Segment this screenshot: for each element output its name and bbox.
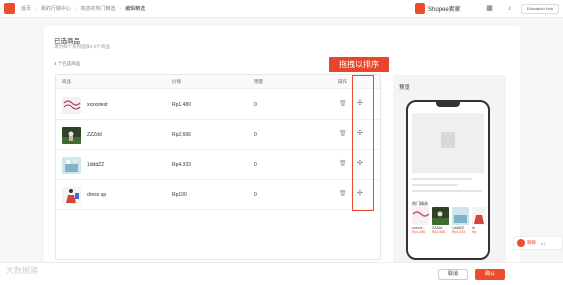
product-sales: 0	[254, 192, 257, 198]
cancel-button[interactable]: 取消	[438, 269, 468, 280]
preview-product-image	[432, 207, 449, 225]
shopee-seller-brand: Shopee卖家	[415, 3, 461, 14]
section-subtitle: 请为每个系列选择4-8个商品	[54, 44, 111, 49]
watermark: 大数据猪	[6, 266, 38, 275]
chat-widget[interactable]: 聊聊 61	[513, 236, 563, 250]
preview-product-image	[412, 207, 429, 225]
delete-icon[interactable]: 🗑	[339, 130, 347, 138]
header-price: 价钱	[172, 79, 181, 84]
product-thumbnail	[62, 157, 81, 174]
preview-product: xxxxxt... Rp1.480	[412, 207, 429, 234]
shopee-bag-icon	[415, 3, 425, 14]
preview-product: dr Rp	[472, 207, 486, 234]
header-sales: 销量	[254, 79, 263, 84]
preview-product-price: Rp1.480	[412, 230, 426, 234]
breadcrumb-home[interactable]: 首页	[21, 5, 31, 12]
notification-bell-icon[interactable]: ♪	[505, 4, 514, 13]
phone-mockup: 热门精选 xxxxxt... Rp1.480 ZZZdd Rp2.666 1dd…	[406, 100, 490, 260]
product-sales: 0	[254, 162, 257, 168]
product-price: Rp2.666	[172, 132, 191, 138]
product-thumbnail	[62, 97, 81, 114]
table-header: 商品 价钱 销量 操作	[56, 75, 380, 89]
preview-panel: 预览 热门精选 xxxxxt... Rp1.480 ZZZdd Rp2.666 …	[393, 75, 506, 265]
drag-to-sort-annotation: 拖拽以排序	[329, 57, 389, 72]
chevron-right-icon: ›	[35, 5, 37, 12]
shopee-bag-icon	[441, 132, 455, 148]
product-name: 1dddZZ	[87, 162, 105, 168]
preview-product: ZZZdd Rp2.666	[432, 207, 449, 234]
table-row[interactable]: 1dddZZ Rp4.333 0 🗑 ✣	[56, 150, 380, 180]
bottom-action-bar: 取消 确认	[0, 262, 563, 285]
top-navigation-bar: 首页 › 我的行销中心 › 商店的热门精选 › 编辑精选 Shopee卖家 ▦ …	[0, 0, 563, 18]
brand-label: Shopee卖家	[428, 7, 461, 13]
product-price: Rp4.333	[172, 162, 191, 168]
product-sales: 0	[254, 102, 257, 108]
placeholder-line	[412, 178, 472, 180]
confirm-button[interactable]: 确认	[475, 269, 505, 280]
product-price: Rp100	[172, 192, 187, 198]
chat-badge: 61	[541, 240, 546, 246]
product-name: xxxxxtest	[87, 102, 108, 108]
product-thumbnail	[62, 187, 81, 204]
preview-product-price: Rp2.666	[432, 230, 446, 234]
chat-icon	[517, 239, 525, 247]
header-action: 操作	[338, 79, 347, 84]
preview-product: 1dddZZ Rp4.333	[452, 207, 469, 234]
preview-product-price: Rp	[472, 230, 477, 234]
user-account-button[interactable]: Education Hub	[521, 4, 559, 14]
product-price: Rp1.480	[172, 102, 191, 108]
placeholder-line	[412, 190, 482, 192]
product-table: 商品 价钱 销量 操作 xxxxxtest Rp1.480 0 🗑 ✣ ZZZd…	[55, 74, 381, 260]
product-sales: 0	[254, 132, 257, 138]
product-name: ZZZdd	[87, 132, 102, 138]
breadcrumb-current: 编辑精选	[125, 6, 146, 12]
chevron-right-icon: ›	[119, 5, 122, 12]
phone-notch	[436, 102, 460, 107]
preview-product-price: Rp4.333	[452, 230, 466, 234]
delete-icon[interactable]: 🗑	[339, 190, 347, 198]
selected-count: 4 个已选商品	[54, 61, 81, 66]
delete-icon[interactable]: 🗑	[339, 100, 347, 108]
chevron-right-icon: ›	[74, 5, 77, 12]
apps-grid-icon[interactable]: ▦	[485, 4, 494, 13]
preview-product-image	[452, 207, 469, 225]
breadcrumb-top-picks[interactable]: 商店的热门精选	[80, 5, 115, 12]
shopee-logo-icon[interactable]	[4, 3, 15, 14]
product-thumbnail	[62, 127, 81, 144]
header-product: 商品	[62, 79, 71, 84]
table-row[interactable]: dress up Rp100 0 🗑 ✣	[56, 180, 380, 210]
chat-label: 聊聊	[527, 240, 536, 245]
breadcrumb-marketing[interactable]: 我的行销中心	[41, 5, 71, 12]
preview-banner-placeholder	[412, 113, 484, 173]
drag-column-highlight	[352, 75, 374, 211]
table-row[interactable]: ZZZdd Rp2.666 0 🗑 ✣	[56, 120, 380, 150]
breadcrumb: 首页 › 我的行销中心 › 商店的热门精选 › 编辑精选	[21, 5, 146, 13]
placeholder-line	[412, 184, 457, 186]
preview-title: 预览	[399, 85, 411, 91]
table-row[interactable]: xxxxxtest Rp1.480 0 🗑 ✣	[56, 90, 380, 120]
preview-product-image	[472, 207, 486, 225]
product-name: dress up	[87, 192, 107, 198]
delete-icon[interactable]: 🗑	[339, 160, 347, 168]
